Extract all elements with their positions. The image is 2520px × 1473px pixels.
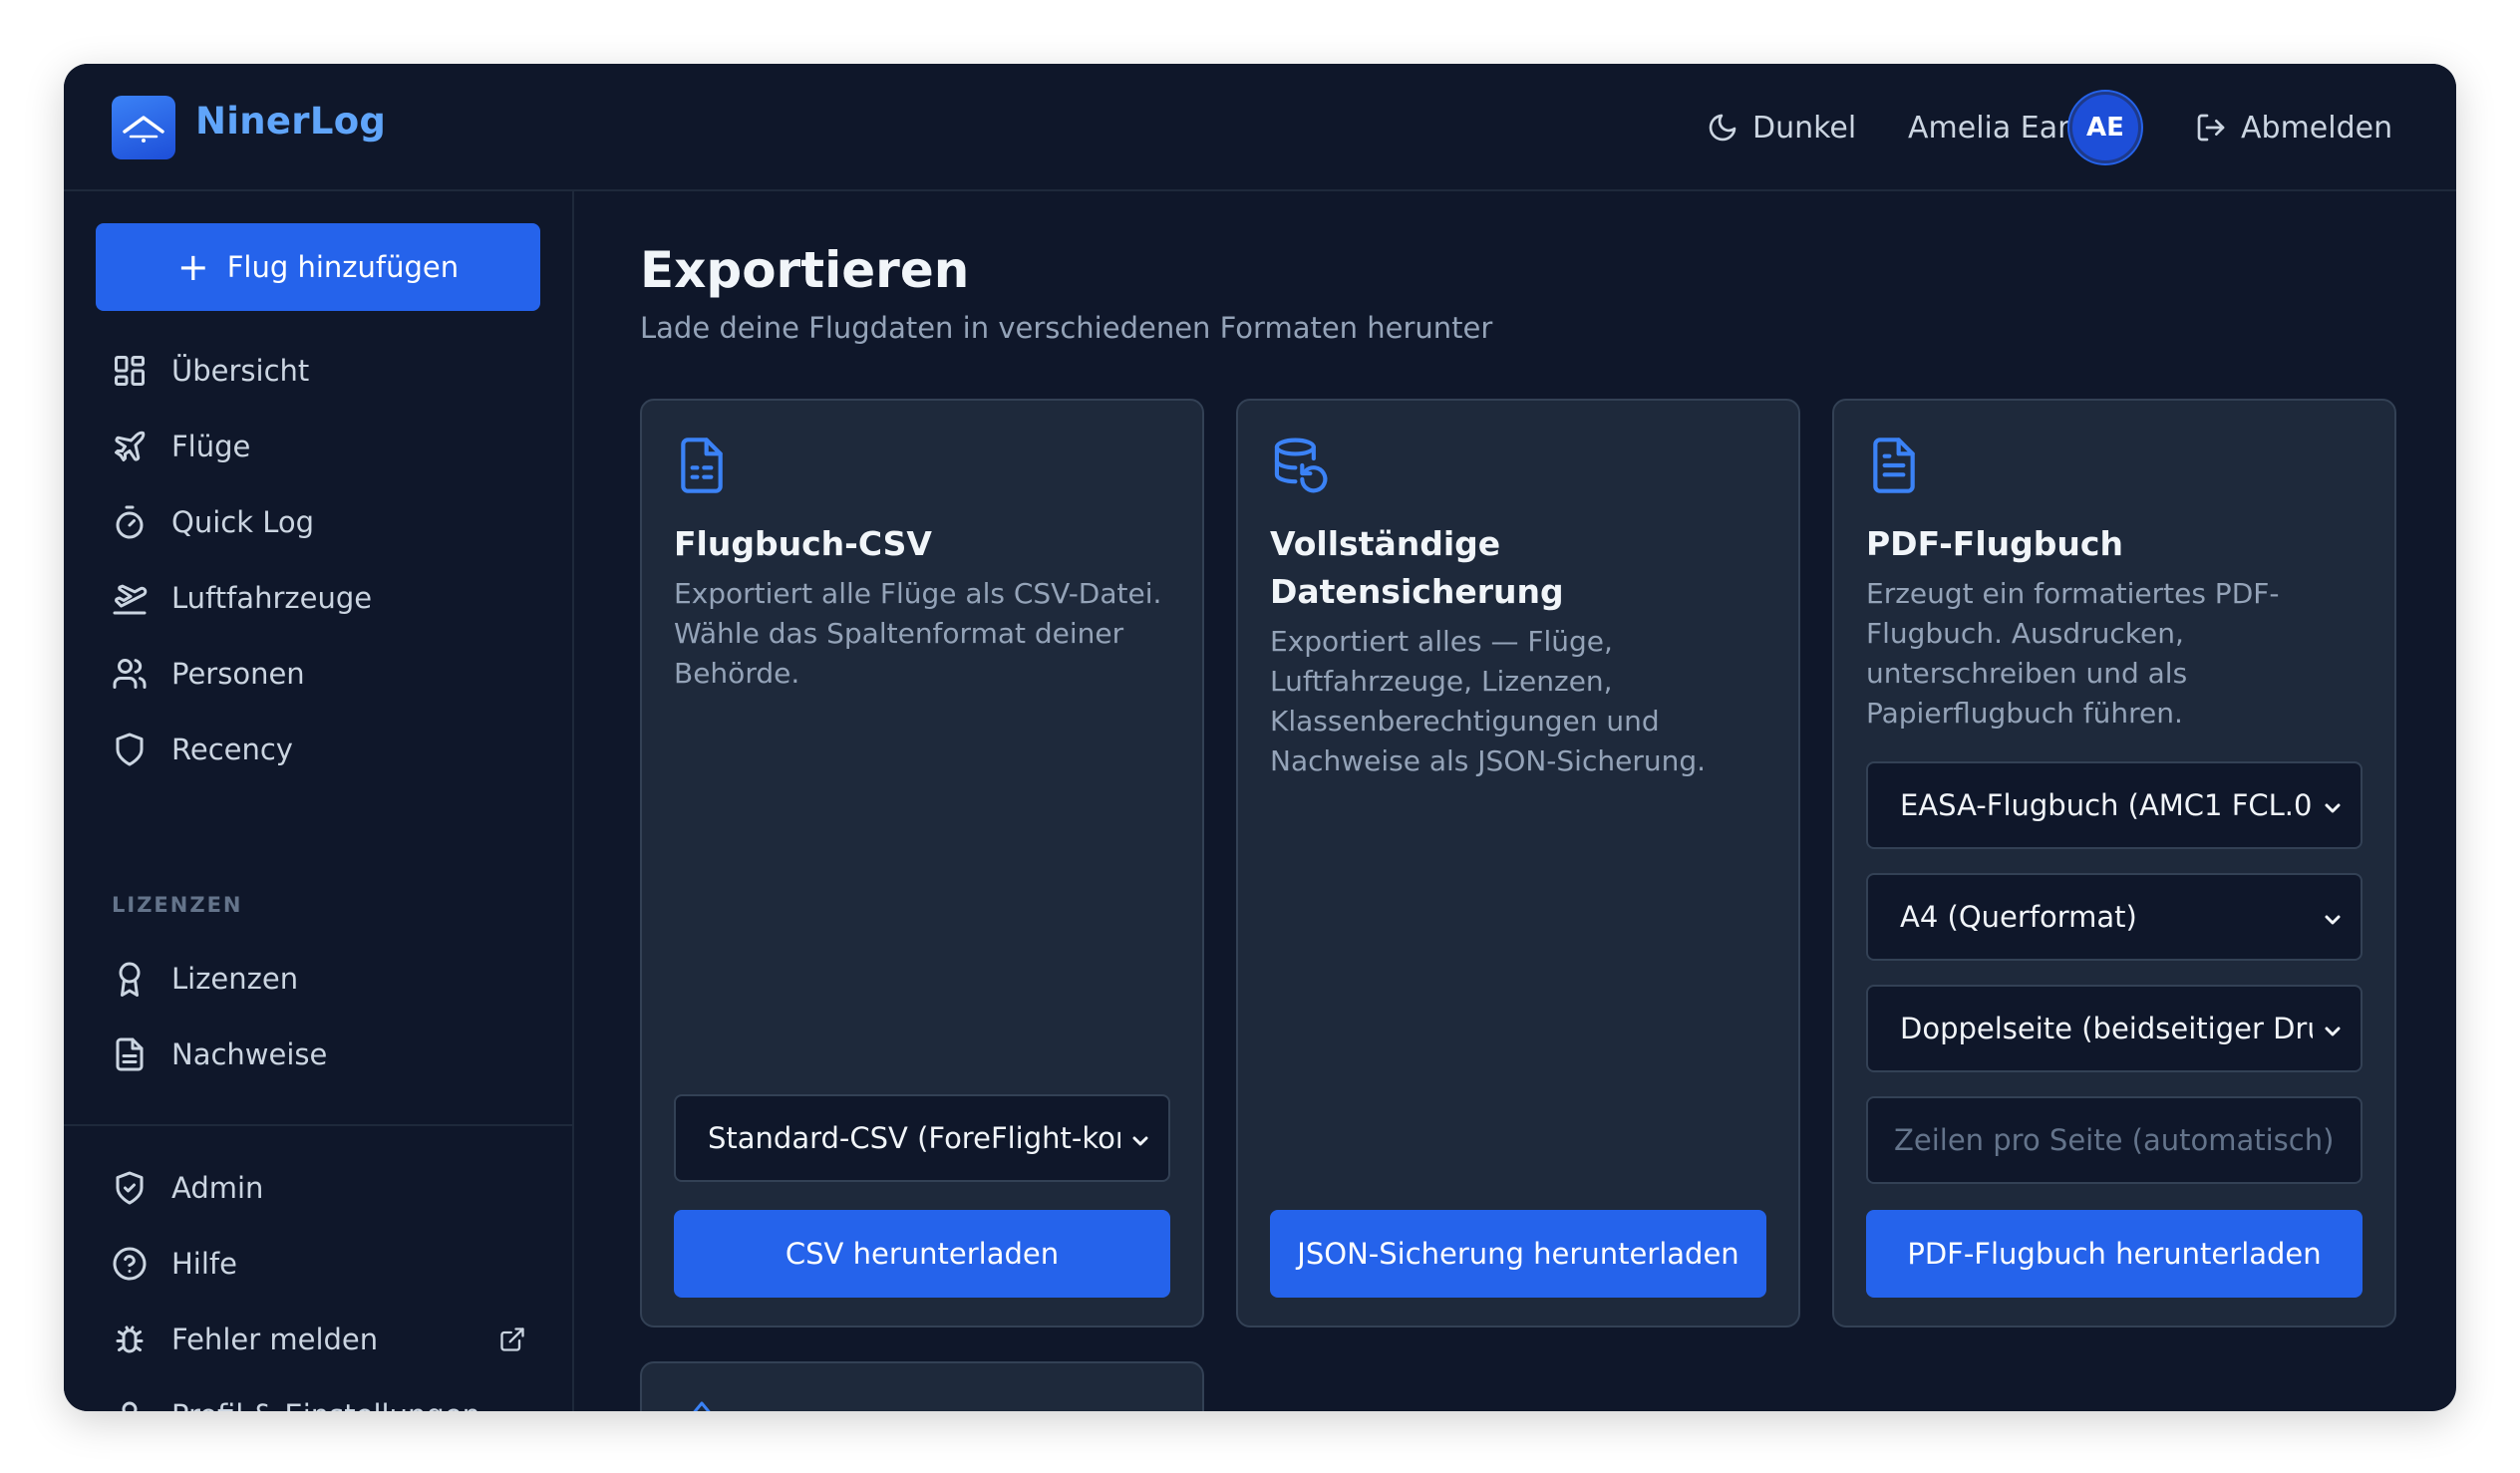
export-card-backup: Vollständige Datensicherung Exportiert a… xyxy=(1236,399,1800,1327)
sidebar-item-overview[interactable]: Übersicht xyxy=(96,341,540,401)
export-card-partial xyxy=(640,1361,1204,1411)
sidebar-item-admin[interactable]: Admin xyxy=(96,1158,540,1218)
sidebar-item-recency[interactable]: Recency xyxy=(96,720,540,779)
select-value: EASA-Flugbuch (AMC1 FCL.050) xyxy=(1900,788,2313,822)
sidebar-item-aircraft[interactable]: Luftfahrzeuge xyxy=(96,568,540,628)
help-circle-icon xyxy=(110,1244,150,1284)
database-restore-icon xyxy=(1270,435,1330,500)
top-header: NinerLog Dunkel Amelia Earhart AE Abmeld… xyxy=(64,64,2456,191)
theme-label: Dunkel xyxy=(1752,110,1857,146)
select-value: Doppelseite (beidseitiger Druck) xyxy=(1900,1012,2313,1045)
page-subtitle: Lade deine Flugdaten in verschiedenen Fo… xyxy=(640,311,1493,345)
users-icon xyxy=(110,654,150,694)
shield-icon xyxy=(110,730,150,769)
card-description: Exportiert alle Flüge als CSV-Datei. Wäh… xyxy=(674,577,1162,690)
section-label-licenses: LIZENZEN xyxy=(112,893,243,917)
sidebar-item-label: Admin xyxy=(171,1171,264,1205)
card-description: Exportiert alles — Flüge, Luftfahrzeuge,… xyxy=(1270,625,1707,777)
export-card-pdf: PDF-Flugbuch Erzeugt ein formatiertes PD… xyxy=(1832,399,2396,1327)
select-value: A4 (Querformat) xyxy=(1900,900,2137,934)
sidebar-item-licenses[interactable]: Lizenzen xyxy=(96,949,540,1009)
sidebar-item-profile[interactable]: Profil & Einstellungen xyxy=(96,1385,540,1411)
json-download-button[interactable]: JSON-Sicherung herunterladen xyxy=(1270,1210,1766,1298)
pdf-paper-select[interactable]: A4 (Querformat) xyxy=(1866,873,2362,961)
pdf-download-button[interactable]: PDF-Flugbuch herunterladen xyxy=(1866,1210,2362,1298)
sidebar-item-quick-log[interactable]: Quick Log xyxy=(96,492,540,552)
sidebar-item-label: Profil & Einstellungen xyxy=(171,1398,480,1411)
sidebar-item-people[interactable]: Personen xyxy=(96,644,540,704)
sidebar-item-label: Fehler melden xyxy=(171,1323,379,1356)
award-icon xyxy=(110,959,150,999)
page-title: Exportieren xyxy=(640,241,970,299)
shield-check-icon xyxy=(110,1168,150,1208)
upload-icon xyxy=(693,1401,711,1411)
theme-toggle[interactable]: Dunkel xyxy=(1707,64,1856,191)
chevron-down-icon xyxy=(2321,1017,2345,1050)
select-value: Standard-CSV (ForeFlight-kompatibel) xyxy=(708,1121,1120,1155)
app-logo-icon[interactable] xyxy=(112,96,175,159)
card-title: Vollständige Datensicherung xyxy=(1270,524,1564,611)
dashboard-grid-icon xyxy=(110,351,150,391)
card-title: PDF-Flugbuch xyxy=(1866,524,2123,563)
sidebar-item-label: Nachweise xyxy=(171,1037,328,1071)
moon-icon xyxy=(1709,114,1736,142)
logout-button[interactable]: Abmelden xyxy=(2195,64,2392,191)
card-title: Flugbuch-CSV xyxy=(674,524,932,563)
logout-label: Abmelden xyxy=(2241,110,2393,146)
document-icon xyxy=(110,1034,150,1074)
sidebar-item-label: Flüge xyxy=(171,430,251,463)
sidebar-item-label: Hilfe xyxy=(171,1247,237,1281)
card-description: Erzeugt ein formatiertes PDF-Flugbuch. A… xyxy=(1866,577,2280,730)
sidebar: + Flug hinzufügen Übersicht Flüge Quick … xyxy=(64,191,574,1411)
sidebar-item-records[interactable]: Nachweise xyxy=(96,1025,540,1084)
avatar[interactable]: AE xyxy=(2069,92,2141,163)
app-name[interactable]: NinerLog xyxy=(195,100,386,143)
chevron-down-icon xyxy=(2321,793,2345,827)
pdf-print-mode-select[interactable]: Doppelseite (beidseitiger Druck) xyxy=(1866,985,2362,1072)
add-flight-button[interactable]: + Flug hinzufügen xyxy=(96,223,540,311)
sidebar-item-label: Luftfahrzeuge xyxy=(171,581,373,615)
chevron-down-icon xyxy=(1128,1126,1152,1160)
csv-file-icon xyxy=(674,435,730,500)
logout-icon xyxy=(2197,114,2225,142)
stopwatch-icon xyxy=(110,502,150,542)
external-link-icon xyxy=(498,1326,526,1360)
export-card-csv: Flugbuch-CSV Exportiert alle Flüge als C… xyxy=(640,399,1204,1327)
sidebar-item-label: Quick Log xyxy=(171,505,315,539)
sidebar-item-label: Recency xyxy=(171,733,293,766)
plane-icon xyxy=(110,427,150,466)
sidebar-item-help[interactable]: Hilfe xyxy=(96,1234,540,1294)
rows-per-page-input[interactable]: Zeilen pro Seite (automatisch) xyxy=(1866,1096,2362,1184)
sidebar-item-label: Lizenzen xyxy=(171,962,299,996)
sidebar-divider xyxy=(64,1124,572,1126)
csv-download-button[interactable]: CSV herunterladen xyxy=(674,1210,1170,1298)
chevron-down-icon xyxy=(2321,905,2345,939)
csv-format-select[interactable]: Standard-CSV (ForeFlight-kompatibel) xyxy=(674,1094,1170,1182)
sidebar-item-label: Personen xyxy=(171,657,305,691)
user-icon xyxy=(110,1395,150,1411)
plane-takeoff-icon xyxy=(110,578,150,618)
sidebar-item-flights[interactable]: Flüge xyxy=(96,417,540,476)
app-window: NinerLog Dunkel Amelia Earhart AE Abmeld… xyxy=(64,64,2456,1411)
add-flight-label: Flug hinzufügen xyxy=(226,250,460,284)
input-placeholder: Zeilen pro Seite (automatisch) xyxy=(1894,1123,2335,1157)
pdf-file-icon xyxy=(1866,435,1922,500)
pdf-format-select[interactable]: EASA-Flugbuch (AMC1 FCL.050) xyxy=(1866,761,2362,849)
bug-icon xyxy=(110,1320,150,1359)
sidebar-item-label: Übersicht xyxy=(171,354,310,388)
sidebar-item-report-bug[interactable]: Fehler melden xyxy=(96,1310,540,1369)
plus-icon: + xyxy=(176,245,209,289)
